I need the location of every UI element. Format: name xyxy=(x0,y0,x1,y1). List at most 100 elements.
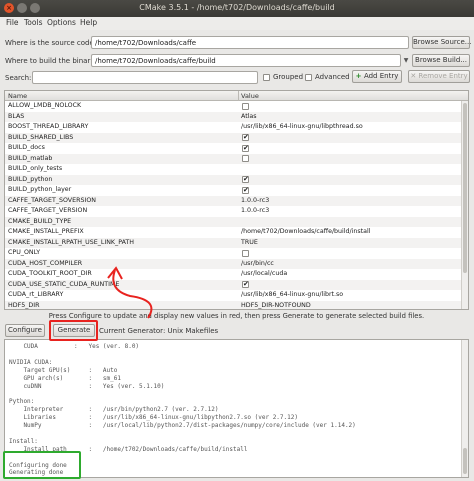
search-input[interactable] xyxy=(32,71,258,84)
build-path-input[interactable]: /home/t702/Downloads/caffe/build xyxy=(91,54,401,67)
table-row[interactable]: CUDA_HOST_COMPILER/usr/bin/cc xyxy=(5,258,463,269)
browse-source-button[interactable]: Browse Source... xyxy=(412,36,471,49)
configure-hint: Press Configure to update and display ne… xyxy=(48,312,425,320)
entry-value[interactable]: TRUE xyxy=(241,239,258,246)
console-scrollbar[interactable] xyxy=(461,340,468,477)
table-row[interactable]: BUILD_matlab xyxy=(5,153,463,164)
title-bar: × CMake 3.5.1 - /home/t702/Downloads/caf… xyxy=(0,0,474,17)
table-row[interactable]: CMAKE_INSTALL_RPATH_USE_LINK_PATH TRUE xyxy=(5,237,463,248)
menu-help[interactable]: Help xyxy=(80,18,97,27)
entry-name: CAFFE_TARGET_SOVERSION xyxy=(8,196,96,204)
table-scrollbar[interactable] xyxy=(461,101,468,309)
plus-icon: + xyxy=(355,72,364,80)
entry-checkbox[interactable] xyxy=(242,133,249,141)
menu-options[interactable]: Options xyxy=(47,18,76,27)
entry-name: CMAKE_INSTALL_PREFIX xyxy=(8,228,84,235)
table-row[interactable]: BUILD_docs xyxy=(5,143,463,154)
column-value-header[interactable]: Value xyxy=(241,92,259,100)
cache-table: Name Value ALLOW_LMDB_NOLOCK BLAS Atlas BOO… xyxy=(4,90,469,310)
add-entry-button[interactable]: + Add Entry xyxy=(352,70,402,83)
entry-name: CUDA_rt_LIBRARY xyxy=(8,291,64,298)
entry-name: BOOST_THREAD_LIBRARY xyxy=(8,123,89,130)
entry-name: BUILD_python xyxy=(8,175,53,183)
table-row[interactable]: BUILD_python_layer xyxy=(5,185,463,196)
entry-name: BUILD_SHARED_LIBS xyxy=(8,133,74,141)
entry-checkbox[interactable] xyxy=(242,175,249,183)
entry-checkbox[interactable] xyxy=(242,249,249,257)
entry-value[interactable]: /home/t702/Downloads/caffe/build/install xyxy=(241,228,371,235)
table-scroll-thumb[interactable] xyxy=(463,103,467,273)
menu-bar: File Tools Options Help xyxy=(0,17,474,30)
entry-value[interactable]: 1.0.0-rc3 xyxy=(241,197,269,204)
entry-value[interactable]: /usr/lib/x86_64-linux-gnu/librt.so xyxy=(241,291,343,298)
configure-button[interactable]: Configure xyxy=(5,324,45,337)
console-line: Target GPU(s) : Auto xyxy=(9,366,118,374)
console-line: Install: xyxy=(9,437,38,445)
table-row[interactable]: CMAKE_INSTALL_PREFIX/home/t702/Downloads… xyxy=(5,227,463,238)
grouped-label: Grouped xyxy=(273,73,304,81)
table-row[interactable]: ALLOW_LMDB_NOLOCK xyxy=(5,101,463,112)
entry-name: CAFFE_TARGET_VERSION xyxy=(8,207,88,214)
entry-name: CMAKE_INSTALL_RPATH_USE_LINK_PATH xyxy=(8,238,134,246)
source-label: Where is the source code: xyxy=(5,39,97,47)
console-scroll-thumb[interactable] xyxy=(463,448,467,474)
current-generator: Current Generator: Unix Makefiles xyxy=(99,327,219,335)
entry-checkbox[interactable] xyxy=(242,102,249,110)
table-row[interactable]: CPU_ONLY xyxy=(5,248,463,259)
browse-build-button[interactable]: Browse Build... xyxy=(412,54,470,67)
console-line: Generating done xyxy=(9,469,64,477)
table-row[interactable]: BOOST_THREAD_LIBRARY/usr/lib/x86_64-linu… xyxy=(5,122,463,133)
console-line: Interpreter : /usr/bin/python2.7 (ver. 2… xyxy=(9,406,219,414)
console-line: NumPy : /usr/local/lib/python2.7/dist-pa… xyxy=(9,422,356,429)
menu-file[interactable]: File xyxy=(6,18,19,27)
table-row[interactable]: CUDA_rt_LIBRARY/usr/lib/x86_64-linux-gnu… xyxy=(5,290,463,301)
search-label: Search: xyxy=(5,74,32,82)
table-row[interactable]: CAFFE_TARGET_VERSION 1.0.0-rc3 xyxy=(5,206,463,217)
output-console: CUDA : Yes (ver. 8.0) NVIDIA CUDA: Target… xyxy=(4,339,469,478)
table-row[interactable]: BUILD_SHARED_LIBS xyxy=(5,132,463,143)
table-row[interactable]: BUILD_python xyxy=(5,174,463,185)
window-title: CMake 3.5.1 - /home/t702/Downloads/caffe… xyxy=(139,3,335,12)
entry-value[interactable]: HDF5_DIR-NOTFOUND xyxy=(241,302,311,309)
entry-checkbox[interactable] xyxy=(242,144,249,152)
column-name-header[interactable]: Name xyxy=(8,92,27,100)
entry-name: CPU_ONLY xyxy=(8,249,41,256)
entry-value[interactable]: Atlas xyxy=(241,113,257,120)
entry-checkbox[interactable] xyxy=(242,280,249,288)
table-row[interactable]: BLAS Atlas xyxy=(5,111,463,122)
entry-name: BLAS xyxy=(8,112,25,120)
table-row[interactable]: CUDA_TOOLKIT_ROOT_DIR/usr/local/cuda xyxy=(5,269,463,280)
console-line: CUDA : Yes (ver. 8.0) xyxy=(9,343,140,350)
table-row[interactable]: CAFFE_TARGET_SOVERSION 1.0.0-rc3 xyxy=(5,195,463,206)
table-row[interactable]: CUDA_USE_STATIC_CUDA_RUNTIME xyxy=(5,279,463,290)
entry-checkbox[interactable] xyxy=(242,155,249,162)
console-line: Install path : /home/t702/Downloads/caff… xyxy=(9,445,248,453)
entry-name: ALLOW_LMDB_NOLOCK xyxy=(8,102,82,109)
console-line: cuDNN : Yes (ver. 5.1.10) xyxy=(9,382,165,390)
entry-name: BUILD_matlab xyxy=(8,154,53,162)
entry-value[interactable]: /usr/local/cuda xyxy=(241,270,287,277)
build-path-dropdown-icon[interactable]: ▼ xyxy=(402,54,410,67)
console-line: GPU arch(s) : sm_61 xyxy=(9,374,121,382)
table-row[interactable]: CMAKE_BUILD_TYPE xyxy=(5,216,463,227)
remove-entry-button[interactable]: ✕ Remove Entry xyxy=(408,70,470,83)
column-separator xyxy=(238,91,239,101)
menu-tools[interactable]: Tools xyxy=(24,18,42,27)
entry-name: BUILD_only_tests xyxy=(8,165,63,172)
grouped-checkbox[interactable] xyxy=(263,74,270,81)
table-header: Name Value xyxy=(5,91,468,101)
build-label: Where to build the binaries: xyxy=(5,57,103,65)
entry-name: CUDA_USE_STATIC_CUDA_RUNTIME xyxy=(8,280,120,288)
generate-button[interactable]: Generate xyxy=(53,324,95,337)
entry-value[interactable]: /usr/bin/cc xyxy=(241,260,274,267)
console-line: Python: xyxy=(9,398,35,406)
advanced-checkbox[interactable] xyxy=(305,74,312,81)
entry-name: CUDA_TOOLKIT_ROOT_DIR xyxy=(8,270,92,277)
remove-entry-label: Remove Entry xyxy=(418,72,468,80)
entry-value[interactable]: /usr/lib/x86_64-linux-gnu/libpthread.so xyxy=(241,123,363,130)
entry-value[interactable]: 1.0.0-rc3 xyxy=(241,207,269,214)
table-row[interactable]: BUILD_only_tests xyxy=(5,164,463,175)
table-row[interactable]: HDF5_DIR HDF5_DIR-NOTFOUND xyxy=(5,300,463,309)
source-path-input[interactable]: /home/t702/Downloads/caffe xyxy=(91,36,409,49)
entry-checkbox[interactable] xyxy=(242,186,249,194)
